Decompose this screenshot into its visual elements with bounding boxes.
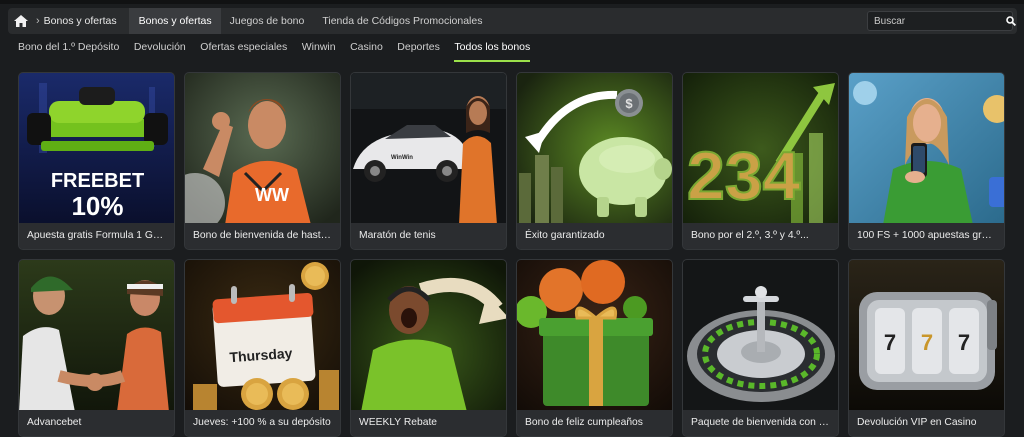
breadcrumb-current[interactable]: Bonos y ofertas <box>44 15 117 27</box>
card-title: Bono por el 2.º, 3.º y 4.º... <box>683 223 838 249</box>
bonus-card[interactable]: $ Éxito garantizado <box>516 72 673 250</box>
bonus-card[interactable]: 100 FS + 1000 apuestas gratis... <box>848 72 1005 250</box>
tab-juegos-de-bono[interactable]: Juegos de bono <box>221 8 314 34</box>
search-input[interactable] <box>868 15 1006 27</box>
card-title: Apuesta gratis Formula 1 Grand <box>19 223 174 249</box>
bonus-card[interactable]: Advancebet <box>18 259 175 437</box>
card-image-tennis-car: WinWin <box>351 73 506 225</box>
car-and-athlete-image: WinWin <box>351 73 506 225</box>
card-title: Advancebet <box>19 410 174 436</box>
card-title: Bono de feliz cumpleaños <box>517 410 672 436</box>
slot-machine-image: 7 7 7 <box>849 260 1004 412</box>
card-title: Paquete de bienvenida con un... <box>683 410 838 436</box>
top-navigation-bar: › Bonos y ofertas Bonos y ofertas Juegos… <box>8 8 1017 34</box>
card-image-slot-machine: 7 7 7 <box>849 260 1004 412</box>
card-image-deposit-numbers: 234 <box>683 73 838 225</box>
bonus-card[interactable]: WinWin Maratón de tenis <box>350 72 507 250</box>
roulette-wheel-image <box>683 260 838 412</box>
tab-ofertas-especiales[interactable]: Ofertas especiales <box>200 38 287 62</box>
bonus-card-grid: FREEBET 10% Apuesta gratis Formula 1 Gra… <box>18 72 1009 437</box>
window-top-strip <box>0 0 1024 4</box>
woman-with-phone-image <box>849 73 1004 225</box>
calendar-coins-image: Thursday <box>185 260 340 412</box>
tab-bonos-y-ofertas[interactable]: Bonos y ofertas <box>129 8 221 34</box>
freebet-art-text: FREEBET <box>51 170 144 192</box>
tab-todos-los-bonos[interactable]: Todos los bonos <box>454 38 530 62</box>
card-image-weekly-rebate <box>351 260 506 412</box>
bonus-card[interactable]: 7 7 7 Devolución VIP en Casino <box>848 259 1005 437</box>
tab-winwin[interactable]: Winwin <box>302 38 336 62</box>
chevron-right-icon: › <box>36 15 40 27</box>
card-title: 100 FS + 1000 apuestas gratis... <box>849 223 1004 249</box>
reel-2-art-text: 7 <box>921 330 933 355</box>
card-title: Devolución VIP en Casino <box>849 410 1004 436</box>
card-image-birthday-gift <box>517 260 672 412</box>
freebet-percent-art-text: 10% <box>71 191 123 221</box>
tab-casino[interactable]: Casino <box>350 38 383 62</box>
search-icon <box>1006 16 1016 26</box>
card-image-thursday: Thursday <box>185 260 340 412</box>
card-image-roulette <box>683 260 838 412</box>
home-icon <box>14 15 28 27</box>
reel-3-art-text: 7 <box>958 330 970 355</box>
card-title: Éxito garantizado <box>517 223 672 249</box>
bonus-card[interactable]: 234 Bono por el 2.º, 3.º y 4.º... <box>682 72 839 250</box>
bonus-card[interactable]: Thursday Jueves: +100 % a su depósito <box>184 259 341 437</box>
race-car-image: FREEBET 10% <box>19 73 174 225</box>
bonus-card[interactable]: FREEBET 10% Apuesta gratis Formula 1 Gra… <box>18 72 175 250</box>
category-tabs: Bono del 1.º Depósito Devolución Ofertas… <box>18 38 545 64</box>
tab-deportes[interactable]: Deportes <box>397 38 440 62</box>
bonus-card[interactable]: Bono de feliz cumpleaños <box>516 259 673 437</box>
search-button[interactable] <box>1006 16 1016 26</box>
card-image-footballer: WW <box>185 73 340 225</box>
reel-1-art-text: 7 <box>884 330 896 355</box>
card-image-piggy-bank: $ <box>517 73 672 225</box>
bonus-card[interactable]: WW Bono de bienvenida de hasta... <box>184 72 341 250</box>
card-image-free-spins <box>849 73 1004 225</box>
card-title: Maratón de tenis <box>351 223 506 249</box>
numbers-art-text: 234 <box>687 138 801 214</box>
ww-logo-art-text: WW <box>255 185 289 205</box>
card-title: Bono de bienvenida de hasta... <box>185 223 340 249</box>
card-image-tennis-handshake <box>19 260 174 412</box>
tennis-players-image <box>19 260 174 412</box>
tab-bono-primer-deposito[interactable]: Bono del 1.º Depósito <box>18 38 119 62</box>
tab-tienda-codigos[interactable]: Tienda de Códigos Promocionales <box>313 8 491 34</box>
home-button[interactable] <box>8 8 34 34</box>
tab-devolucion[interactable]: Devolución <box>134 38 186 62</box>
card-image-formula1: FREEBET 10% <box>19 73 174 225</box>
golden-numbers-image: 234 <box>683 73 838 225</box>
bonus-card[interactable]: Paquete de bienvenida con un... <box>682 259 839 437</box>
bonus-card[interactable]: WEEKLY Rebate <box>350 259 507 437</box>
search-box <box>867 11 1016 31</box>
winwin-car-art-text: WinWin <box>391 155 413 161</box>
piggy-bank-image: $ <box>517 73 672 225</box>
coin-art-text: $ <box>625 96 633 111</box>
footballer-image: WW <box>185 73 340 225</box>
celebrating-player-image <box>351 260 506 412</box>
gift-box-image <box>517 260 672 412</box>
card-title: WEEKLY Rebate <box>351 410 506 436</box>
card-title: Jueves: +100 % a su depósito <box>185 410 340 436</box>
